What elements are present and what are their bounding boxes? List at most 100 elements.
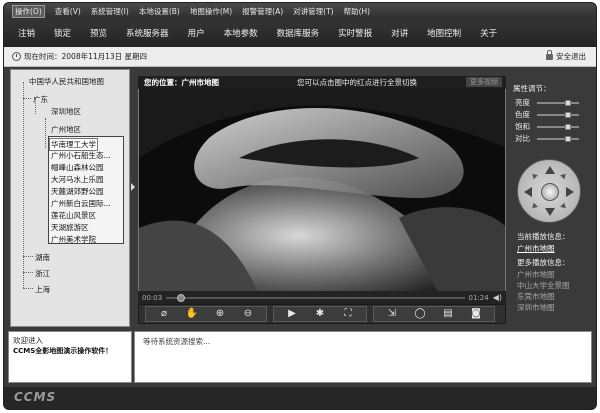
ccms-logo: CCMS (14, 390, 57, 404)
slider-label: 亮度 (515, 98, 530, 107)
slider-knob[interactable] (565, 135, 572, 142)
slider-track[interactable] (537, 111, 579, 118)
camera-icon[interactable]: ◙ (469, 307, 483, 321)
safe-exit-button[interactable]: 安全退出 (546, 49, 586, 62)
panorama-image (139, 78, 505, 292)
menu-view[interactable]: 查看(V) (55, 6, 81, 17)
pan-down-right-icon[interactable] (560, 202, 568, 211)
pan-left-icon[interactable] (524, 187, 532, 197)
zoom-in-icon[interactable]: ⊕ (213, 307, 227, 321)
collapse-arrow-icon[interactable] (131, 183, 135, 191)
export-icon[interactable]: ⇲ (385, 307, 399, 321)
property-header: 属性调节： (513, 84, 551, 93)
tree-shenzhen[interactable]: 深圳地区 (51, 106, 81, 117)
panorama-viewer[interactable] (138, 77, 506, 293)
tree-zhejiang[interactable]: 浙江 (35, 268, 50, 279)
poi-item[interactable]: 天湖旅游区 (51, 222, 89, 233)
more-map-link[interactable]: 东莞市地图 (517, 291, 555, 302)
poi-item[interactable]: 广州新白云国际... (51, 198, 111, 209)
current-info-label: 当前播放信息： (517, 232, 570, 241)
pan-down-icon[interactable] (545, 208, 555, 216)
pan-down-left-icon[interactable] (530, 202, 538, 211)
clock-icon (12, 52, 21, 61)
pan-up-icon[interactable] (545, 166, 555, 174)
more-info-label: 更多播放信息： (517, 258, 570, 267)
more-map-link[interactable]: 广州市地图 (517, 269, 555, 280)
tree-hunan[interactable]: 湖南 (35, 252, 50, 263)
slider-knob[interactable] (565, 123, 572, 130)
slider-knob[interactable] (565, 99, 572, 106)
more-videos-button[interactable]: 更多视频 (466, 77, 502, 87)
poi-item[interactable]: 帽峰山森林公园 (51, 162, 104, 173)
tree-root[interactable]: 中国华人民共和国地图 (29, 76, 104, 87)
tree-line (23, 288, 33, 289)
toolbar-db-service[interactable]: 数据库服务 (277, 27, 320, 39)
viewer-hint: 您可以点击图中的红点进行全景切换 (297, 78, 417, 87)
main-toolbar: 注销 锁定 预览 系统服务器 用户 本地参数 数据库服务 实时警报 对讲 地图控… (4, 19, 596, 47)
slider-label: 色度 (515, 110, 530, 119)
seek-bar: 00:03 01:24 ◀) (138, 291, 506, 304)
log-panel: 等待系统资源搜索... (134, 331, 592, 383)
view-tools: ⌀ ✋ ⊕ ⊖ (145, 306, 267, 322)
poi-item[interactable]: 大河马水上乐园 (51, 174, 104, 185)
current-map-link[interactable]: 广州市地图 (517, 243, 555, 254)
current-time-label: 00:03 (142, 293, 163, 302)
seek-track[interactable] (166, 293, 465, 302)
menu-alarm[interactable]: 报警管理(A) (242, 6, 283, 17)
tree-guangzhou[interactable]: 广州地区 (51, 124, 81, 135)
toolbar-live-alarm[interactable]: 实时警报 (338, 27, 372, 39)
paperclip-icon[interactable]: ⌀ (157, 307, 171, 321)
tree-shanghai[interactable]: 上海 (35, 284, 50, 295)
pan-up-right-icon[interactable] (560, 171, 568, 180)
menu-intercom[interactable]: 对讲管理(T) (293, 6, 333, 17)
poi-item[interactable]: 天麓湖郊野公园 (51, 186, 104, 197)
seek-handle[interactable] (177, 293, 186, 302)
toolbar-lock[interactable]: 锁定 (54, 27, 71, 39)
toolbar-system-server[interactable]: 系统服务器 (126, 27, 169, 39)
tree-line (45, 118, 46, 148)
status-row: 现在时间：2008年11月13日 星期四 安全退出 (4, 47, 596, 67)
menu-help[interactable]: 帮助(H) (344, 6, 371, 17)
pan-right-icon[interactable] (566, 187, 574, 197)
slider-track[interactable] (537, 99, 579, 106)
slider-track[interactable] (537, 123, 579, 130)
volume-icon[interactable]: ◀) (493, 293, 502, 302)
poi-item[interactable]: 广州美术学院 (51, 234, 96, 245)
menu-operate[interactable]: 操作(O) (12, 4, 45, 18)
total-time-label: 01:24 (468, 293, 489, 302)
viewer-title-bar: 您的位置：广州市地图 您可以点击图中的红点进行全景切换 更多视频 (138, 76, 506, 89)
toolbar-preview[interactable]: 预览 (90, 27, 107, 39)
slider-knob[interactable] (565, 111, 572, 118)
saturation-slider[interactable]: 饱和 (515, 121, 579, 132)
toolbar-logout[interactable]: 注销 (18, 27, 35, 39)
fullscreen-icon[interactable]: ⛶ (341, 307, 355, 321)
slider-track[interactable] (537, 135, 579, 142)
toolbar-local-params[interactable]: 本地参数 (224, 27, 258, 39)
hand-icon[interactable]: ✋ (185, 307, 199, 321)
loop-icon[interactable]: ◯ (413, 307, 427, 321)
toolbar-users[interactable]: 用户 (188, 27, 205, 39)
tree-guangdong[interactable]: 广东 (33, 94, 48, 105)
pan-up-left-icon[interactable] (530, 171, 538, 180)
poi-item[interactable]: 莲花山风景区 (51, 210, 96, 221)
print-icon[interactable]: ▤ (441, 307, 455, 321)
menu-map-ops[interactable]: 地图操作(M) (190, 6, 232, 17)
menu-system[interactable]: 系统管理(I) (91, 6, 129, 17)
more-map-link[interactable]: 中山大学全景图 (517, 280, 570, 291)
toolbar-intercom[interactable]: 对讲 (391, 27, 408, 39)
contrast-slider[interactable]: 对比 (515, 133, 579, 144)
toolbar-map-control[interactable]: 地图控制 (427, 27, 461, 39)
pan-center-button[interactable] (541, 183, 559, 201)
toolbar-about[interactable]: 关于 (480, 27, 497, 39)
play-icon[interactable]: ▶ (285, 307, 299, 321)
viewer-location: 您的位置：广州市地图 (144, 78, 219, 87)
more-map-link[interactable]: 深圳市地图 (517, 302, 555, 313)
welcome-text: 欢迎进入 (13, 336, 43, 345)
current-time: 现在时间：2008年11月13日 星期四 (24, 52, 148, 61)
hue-slider[interactable]: 色度 (515, 109, 579, 120)
settings-icon[interactable]: ✱ (313, 307, 327, 321)
menu-local-settings[interactable]: 本地设置(B) (139, 6, 180, 17)
brightness-slider[interactable]: 亮度 (515, 97, 579, 108)
poi-item[interactable]: 广州小石船生态... (51, 150, 111, 161)
zoom-out-icon[interactable]: ⊖ (241, 307, 255, 321)
